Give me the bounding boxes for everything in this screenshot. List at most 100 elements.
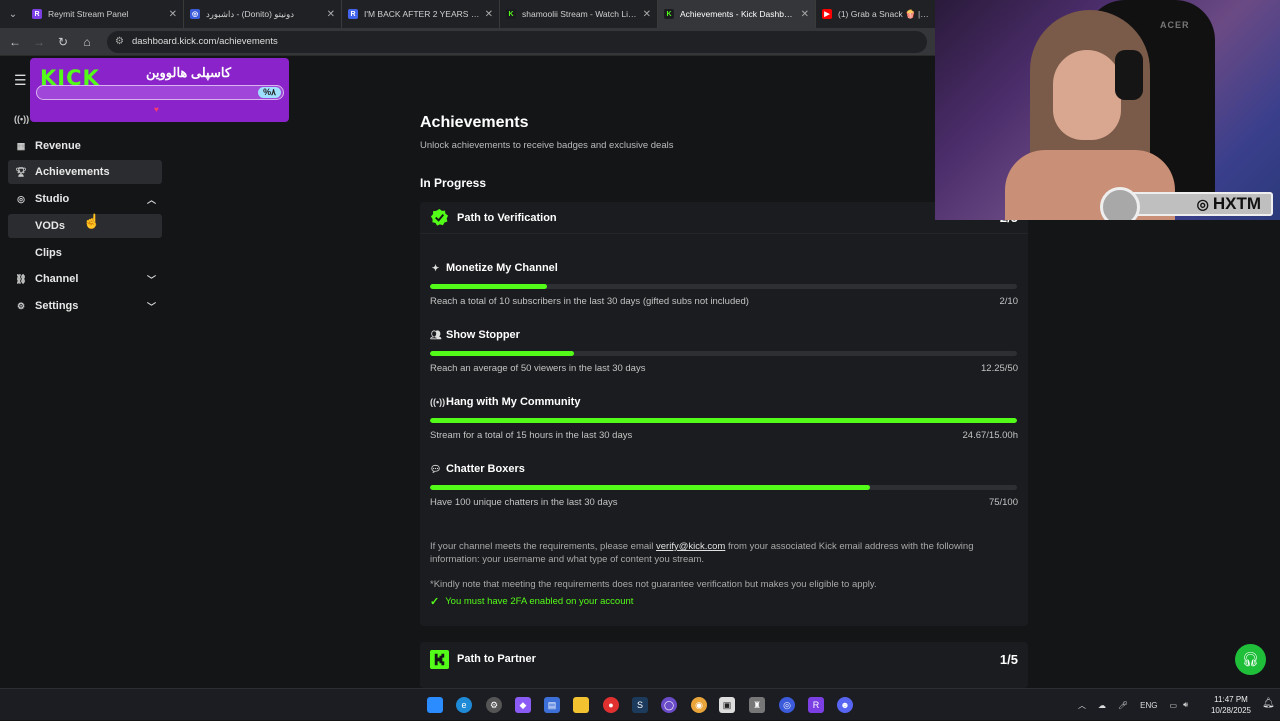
date: 10/28/2025 [1210, 706, 1252, 715]
mouse-cursor-icon: ☝ [83, 213, 101, 229]
section-title-in-progress: In Progress [420, 176, 487, 190]
requirement-description: Reach a total of 10 subscribers in the l… [430, 296, 749, 307]
chrome-icon[interactable]: ◉ [691, 697, 707, 713]
network-icon[interactable]: ▭ [1170, 701, 1178, 710]
tab-title: shamoolii Stream - Watch Live o [522, 9, 639, 19]
app-icon[interactable]: ◎ [779, 697, 795, 713]
forward-icon[interactable]: → [27, 28, 51, 56]
microphone-icon[interactable]: 🎤︎ [1118, 701, 1128, 710]
progress-track [430, 418, 1017, 423]
browser-tab[interactable]: R I'M BACK AFTER 2 YEARS 🔥 G ✕ [342, 0, 500, 28]
kick-badge-icon [430, 649, 449, 669]
twofa-requirement: ✓ You must have 2FA enabled on your acco… [430, 595, 633, 608]
clock[interactable]: 11:47 PM 10/28/2025 [1205, 694, 1257, 716]
volume-icon[interactable]: 🔊︎ [1183, 700, 1188, 710]
recorder-icon[interactable]: ● [603, 697, 619, 713]
reymit-icon[interactable]: R [808, 697, 824, 713]
app-icon[interactable]: ▣ [719, 697, 735, 713]
close-icon[interactable]: ✕ [485, 9, 493, 20]
logo-circle [1100, 187, 1140, 220]
language-indicator[interactable]: ENG [1140, 701, 1157, 710]
sidebar-item-clips[interactable]: Clips [8, 241, 162, 265]
tab-search-button[interactable]: ⌄ [0, 0, 26, 28]
gear-icon: ⚙ [16, 300, 26, 311]
twofa-text: You must have 2FA enabled on your accoun… [445, 596, 634, 607]
card-title: Path to Verification [457, 211, 557, 224]
sidebar-item-label: VODs [35, 220, 65, 232]
requirement-title-text: Chatter Boxers [446, 463, 525, 475]
requirement-item: ((•)) Hang with My Community Stream for … [430, 396, 1018, 446]
time: 11:47 PM [1214, 695, 1248, 704]
verification-info: If your channel meets the requirements, … [430, 540, 1018, 566]
chat-icon: 💬︎ [430, 463, 442, 474]
sidebar-item-label: Revenue [35, 140, 81, 152]
chevron-up-icon[interactable]: ︿ [1078, 700, 1086, 711]
close-icon[interactable]: ✕ [801, 9, 809, 20]
goal-percent: %۸ [258, 87, 281, 98]
sidebar-item-studio[interactable]: ◎ Studio ︿ [8, 187, 162, 211]
headset-support-icon: 🎧︎ [1241, 651, 1260, 667]
sidebar-item-channel[interactable]: ⛓ Channel ﹀ [8, 267, 162, 291]
copilot-icon[interactable]: ◆ [515, 697, 531, 713]
sidebar-item-achievements[interactable]: 🏆︎ Achievements [8, 160, 162, 184]
close-icon[interactable]: ✕ [327, 9, 335, 20]
sidebar-item-settings[interactable]: ⚙ Settings ﹀ [8, 294, 162, 318]
edge-icon[interactable]: e [456, 697, 472, 713]
browser-tab[interactable]: K shamoolii Stream - Watch Live o ✕ [500, 0, 658, 28]
progress-fill [430, 351, 574, 356]
support-chat-button[interactable]: 🎧︎ [1235, 644, 1266, 675]
goal-overlay-widget: KICK کاسپلی هالووین %۸ ♥ [30, 58, 289, 122]
tab-title: I'M BACK AFTER 2 YEARS 🔥 G [364, 8, 481, 19]
verified-badge-icon [430, 208, 449, 227]
notification-icon[interactable]: 🔔︎ [1262, 698, 1275, 709]
cloud-icon[interactable]: ☁ [1098, 701, 1106, 710]
home-icon[interactable]: ⌂ [75, 28, 99, 56]
tab-favicon: ▶ [822, 9, 832, 19]
heart-icon: ♥ [154, 105, 159, 114]
sidebar-item-label: Studio [35, 193, 70, 205]
system-tray: ︿ ☁ 🎤︎ ENG ▭ 🔊︎ [1078, 689, 1188, 721]
progress-fill [430, 485, 871, 490]
browser-tab[interactable]: ◎ داشبورد - (Donito) دونیتو ✕ [184, 0, 342, 28]
browser-tab[interactable]: R Reymit Stream Panel ✕ [26, 0, 184, 28]
card-title: Path to Partner [457, 653, 536, 665]
browser-tab[interactable]: ▶ (1) Grab a Snack 🍿 | Chill [816, 0, 936, 28]
progress-fill [430, 284, 548, 289]
steam-icon[interactable]: S [632, 697, 648, 713]
card-count: 1/5 [999, 651, 1018, 667]
windows-start-icon[interactable] [427, 697, 443, 713]
studio-icon: ◎ [17, 193, 25, 204]
users-icon: 👥︎ [430, 329, 442, 340]
file-explorer-icon[interactable] [573, 697, 589, 713]
app-icon[interactable]: ♜ [749, 697, 765, 713]
partner-card-header[interactable]: Path to Partner 1/5 [420, 642, 1028, 676]
requirement-item: 💬︎ Chatter Boxers Have 100 unique chatte… [430, 463, 1018, 513]
menu-icon[interactable]: ☰ [14, 72, 27, 89]
site-info-icon[interactable]: ⚙ [115, 36, 124, 47]
obs-icon[interactable]: ◯ [661, 697, 677, 713]
browser-tab-active[interactable]: K Achievements - Kick Dashboard ✕ [658, 0, 816, 28]
back-icon[interactable]: ← [3, 28, 27, 56]
reload-icon[interactable]: ↻ [51, 28, 75, 56]
app-icon[interactable]: ▤ [544, 697, 560, 713]
verify-email-link[interactable]: verify@kick.com [656, 541, 725, 552]
requirement-title-text: Monetize My Channel [446, 262, 558, 274]
sidebar-item-label: Clips [35, 247, 62, 259]
requirement-title-text: Hang with My Community [446, 396, 581, 408]
discord-icon[interactable]: ☻ [837, 697, 853, 713]
chevron-down-icon: ﹀ [146, 301, 156, 312]
close-icon[interactable]: ✕ [643, 9, 651, 20]
social-handle: HXTM [1212, 194, 1261, 213]
streamer-face [1053, 50, 1121, 140]
url-field[interactable]: ⚙ dashboard.kick.com/achievements [107, 30, 927, 53]
tab-title: Achievements - Kick Dashboard [680, 9, 797, 19]
settings-app-icon[interactable]: ⚙ [486, 697, 502, 713]
webcam-feed: ACER ◎ HXTM [935, 0, 1280, 220]
tab-title: داشبورد - (Donito) دونیتو [206, 8, 295, 19]
chevron-down-icon: ﹀ [146, 274, 156, 285]
sidebar-item-revenue[interactable]: ▦ Revenue [8, 134, 162, 158]
sidebar: ☰ ((•)) Stream ▦ Revenue 🏆︎ Achievements… [0, 56, 170, 688]
taskbar: e ⚙ ◆ ▤ ● S ◯ ◉ ▣ ♜ ◎ R ☻ ︿ ☁ 🎤︎ ENG ▭ 🔊… [0, 688, 1280, 720]
revenue-icon: ▦ [16, 140, 26, 151]
close-icon[interactable]: ✕ [169, 9, 177, 20]
